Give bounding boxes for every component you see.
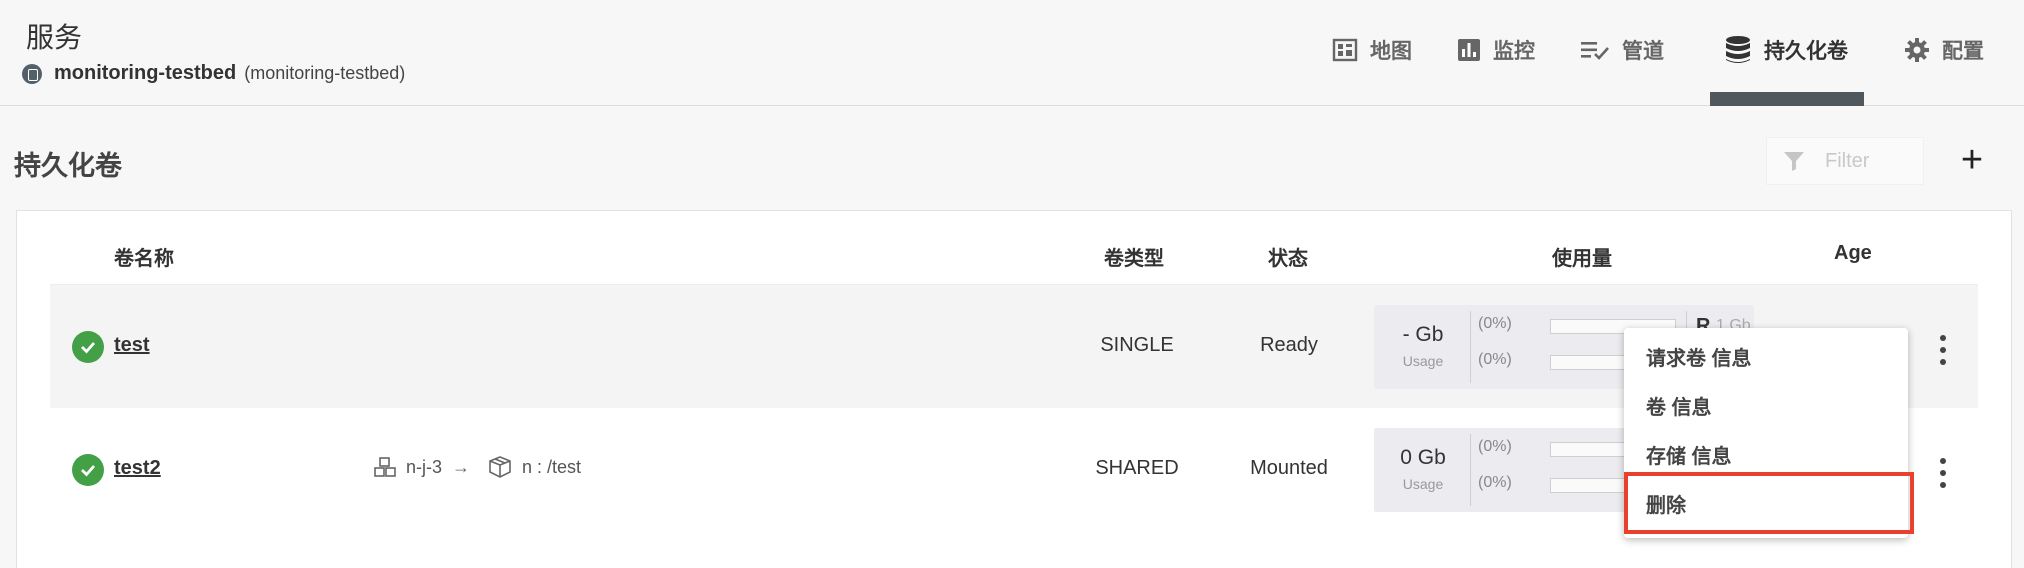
tab-monitor[interactable]: 监控	[1457, 0, 1535, 100]
status-ok-icon	[72, 331, 104, 363]
usage-percent: (0%)	[1478, 315, 1512, 332]
usage-value: 0 Gb	[1400, 446, 1446, 469]
top-header: 服务 monitoring-testbed (monitoring-testbe…	[0, 0, 2024, 106]
mount-target: n : /test	[522, 456, 582, 477]
service-title: 服务	[26, 22, 83, 53]
menu-item-storage-info[interactable]: 存储 信息	[1646, 440, 1732, 469]
playlist-check-icon	[1580, 39, 1610, 61]
column-header-state: 状态	[1268, 248, 1308, 270]
more-vert-icon[interactable]	[1938, 458, 1948, 488]
tab-map[interactable]: 地图	[1332, 0, 1412, 100]
main-nav: 地图 监控 管道 持久化卷 配置	[1332, 0, 2024, 106]
volume-type: SINGLE	[1100, 334, 1174, 356]
status-ok-icon	[72, 454, 104, 486]
volume-state: Mounted	[1250, 457, 1328, 479]
usage-value: - Gb	[1402, 323, 1444, 346]
filter-box[interactable]	[1766, 137, 1924, 185]
gear-icon	[1904, 37, 1930, 63]
tab-volumes[interactable]: 持久化卷	[1710, 0, 1864, 106]
tab-monitor-label: 监控	[1493, 40, 1535, 63]
filter-icon	[1783, 150, 1805, 172]
usage-label: Usage	[1402, 476, 1444, 492]
column-header-age: Age	[1834, 242, 1872, 264]
project-name: monitoring-testbed	[54, 62, 237, 84]
tab-config-label: 配置	[1942, 40, 1984, 63]
column-header-name: 卷名称	[114, 248, 174, 270]
menu-item-volume-info[interactable]: 卷 信息	[1646, 391, 1712, 420]
map-icon	[1332, 38, 1358, 62]
delete-highlight-box	[1624, 472, 1914, 534]
volume-state: Ready	[1260, 334, 1318, 356]
column-header-type: 卷类型	[1104, 248, 1164, 270]
more-vert-icon[interactable]	[1938, 335, 1948, 365]
page-title: 持久化卷	[14, 151, 122, 181]
usage-percent: (0%)	[1478, 438, 1512, 455]
add-volume-button[interactable]: +	[1956, 141, 1988, 180]
project-icon	[22, 63, 42, 84]
arrow-right-icon: →	[452, 456, 471, 477]
volume-name-link[interactable]: test	[114, 334, 150, 357]
tab-pipelines-label: 管道	[1622, 40, 1664, 63]
volume-type: SHARED	[1095, 457, 1179, 479]
node-cluster-icon	[374, 456, 396, 478]
usage-divider	[1470, 434, 1471, 506]
project-indicator[interactable]: monitoring-testbed (monitoring-testbed)	[22, 62, 405, 85]
node-name: n-j-3	[406, 456, 443, 477]
tab-pipelines[interactable]: 管道	[1580, 0, 1664, 100]
column-header-usage: 使用量	[1552, 248, 1612, 270]
mount-path: n-j-3 → n : /test	[374, 456, 581, 478]
usage-percent: (0%)	[1478, 351, 1512, 368]
usage-percent: (0%)	[1478, 474, 1512, 491]
cube-icon	[488, 456, 512, 478]
bar-chart-icon	[1457, 38, 1481, 62]
usage-divider	[1470, 311, 1471, 383]
database-icon	[1724, 35, 1752, 65]
usage-label: Usage	[1402, 353, 1444, 369]
tab-volumes-label: 持久化卷	[1764, 40, 1848, 63]
tab-config[interactable]: 配置	[1904, 0, 1984, 100]
volume-name-link[interactable]: test2	[114, 457, 161, 480]
filter-input[interactable]	[1825, 149, 1915, 173]
menu-item-request-volume-info[interactable]: 请求卷 信息	[1646, 342, 1752, 371]
tab-map-label: 地图	[1370, 40, 1412, 63]
project-id: (monitoring-testbed)	[244, 63, 406, 83]
